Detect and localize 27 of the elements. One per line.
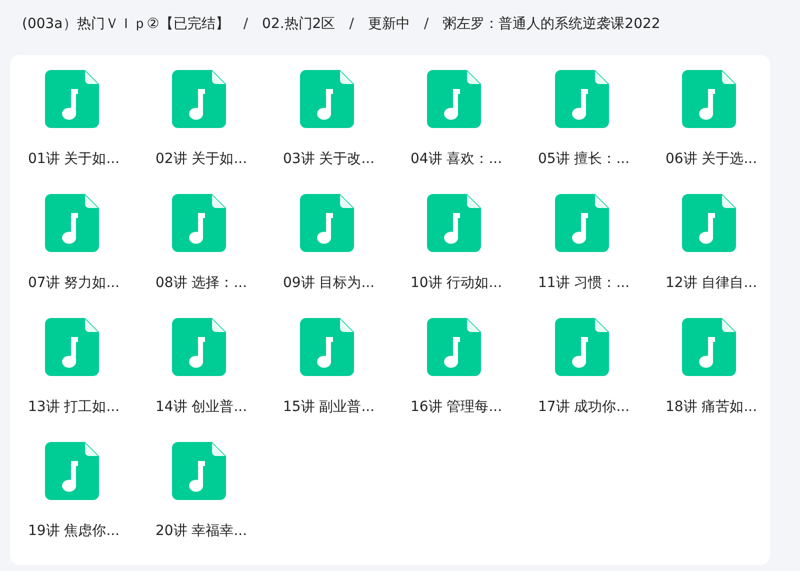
file-name[interactable]: 16讲 管理每... bbox=[410, 396, 502, 418]
breadcrumb-link[interactable]: 更新中 bbox=[368, 15, 410, 33]
breadcrumb-separator: / bbox=[424, 16, 429, 32]
file-name[interactable]: 19讲 焦虑你... bbox=[28, 520, 120, 542]
file-name[interactable]: 14讲 创业普... bbox=[155, 396, 248, 418]
file-name[interactable]: 02讲 关于如... bbox=[155, 148, 248, 170]
breadcrumb-separator: / bbox=[349, 16, 354, 32]
breadcrumb-separator: / bbox=[243, 16, 248, 32]
file-name[interactable]: 09讲 目标为... bbox=[282, 272, 375, 294]
file-name[interactable]: 04讲 喜欢：... bbox=[410, 148, 502, 170]
file-name[interactable]: 07讲 努力如... bbox=[28, 272, 120, 294]
file-name[interactable]: 08讲 选择：... bbox=[155, 272, 248, 294]
file-name[interactable]: 15讲 副业普... bbox=[282, 396, 375, 418]
file-name[interactable]: 03讲 关于改... bbox=[282, 148, 375, 170]
file-name[interactable]: 11讲 习惯：... bbox=[538, 272, 630, 294]
file-name[interactable]: 18讲 痛苦如... bbox=[665, 396, 758, 418]
file-name[interactable]: 13讲 打工如... bbox=[28, 396, 120, 418]
breadcrumb-link[interactable]: 粥左罗：普通人的系统逆袭课2022 bbox=[442, 15, 660, 33]
file-name[interactable]: 05讲 擅长：... bbox=[538, 148, 630, 170]
file-name[interactable]: 17讲 成功你... bbox=[538, 396, 630, 418]
breadcrumb-link[interactable]: 02.热门2区 bbox=[262, 15, 336, 33]
file-name[interactable]: 01讲 关于如... bbox=[28, 148, 120, 170]
file-name[interactable]: 06讲 关于选... bbox=[665, 148, 758, 170]
file-name[interactable]: 20讲 幸福幸... bbox=[155, 520, 248, 542]
breadcrumb-link[interactable]: (003a）热门ＶＩｐ②【已完结】 bbox=[22, 15, 230, 33]
file-name[interactable]: 10讲 行动如... bbox=[410, 272, 502, 294]
file-name[interactable]: 12讲 自律自... bbox=[665, 272, 758, 294]
